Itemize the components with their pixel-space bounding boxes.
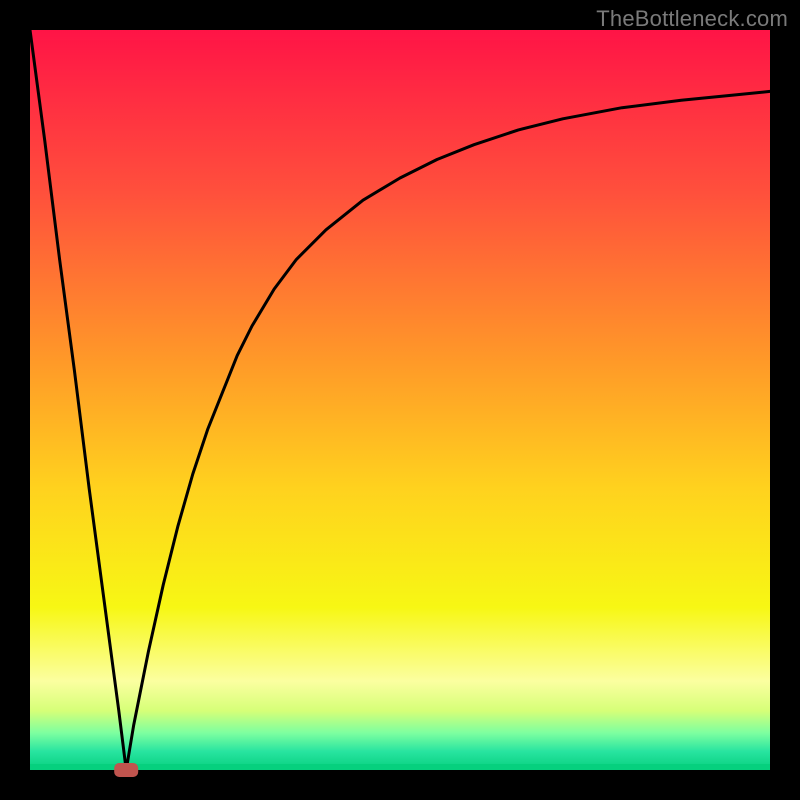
baseline-strip xyxy=(30,764,770,770)
watermark-text: TheBottleneck.com xyxy=(596,6,788,32)
plot-bg xyxy=(30,30,770,770)
optimal-marker xyxy=(114,763,138,777)
chart-frame: TheBottleneck.com xyxy=(0,0,800,800)
chart-svg xyxy=(0,0,800,800)
